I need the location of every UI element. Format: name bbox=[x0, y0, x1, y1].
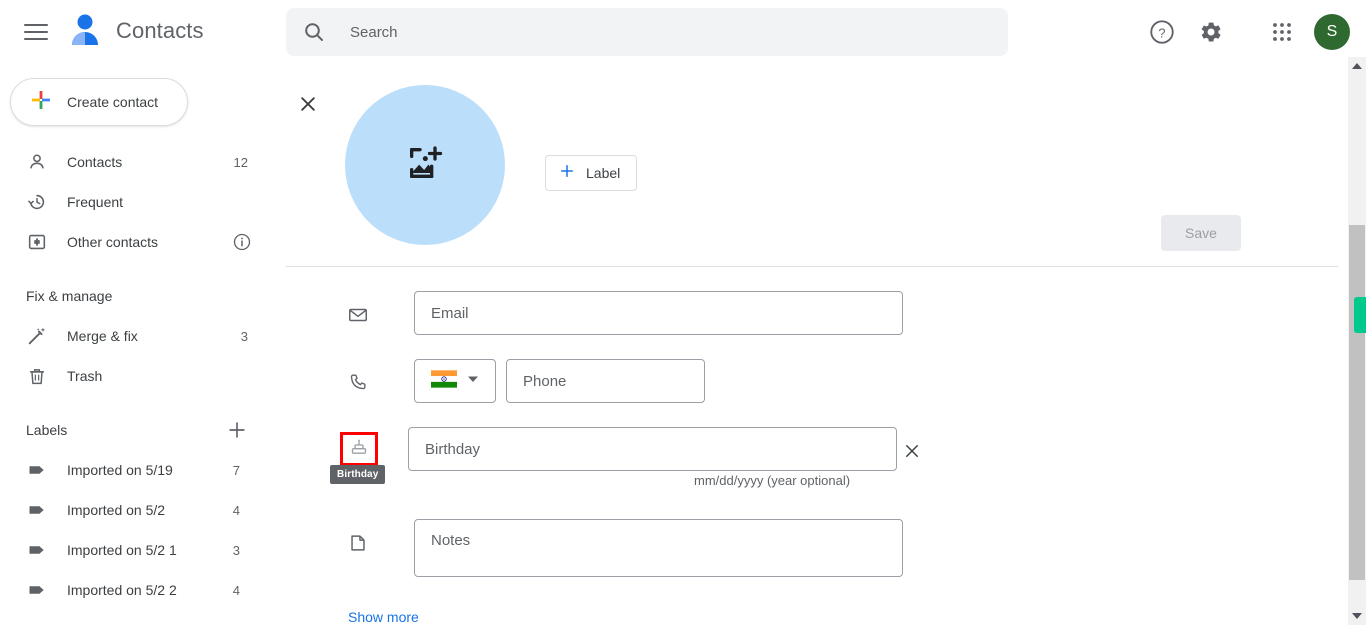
sidebar-label-item[interactable]: Imported on 5/19 7 bbox=[0, 450, 264, 490]
birthday-cake-icon-highlight bbox=[340, 432, 378, 466]
avatar[interactable]: S bbox=[1314, 14, 1350, 50]
svg-text:?: ? bbox=[1158, 25, 1165, 40]
birthday-cake-icon[interactable] bbox=[349, 437, 369, 462]
sidebar-item-frequent[interactable]: Frequent bbox=[0, 182, 264, 222]
birthday-clear-icon[interactable] bbox=[900, 439, 924, 463]
person-outline-icon bbox=[26, 151, 48, 173]
section-heading-labels: Labels bbox=[0, 418, 280, 442]
search-icon bbox=[302, 20, 326, 44]
birthday-tooltip: Birthday bbox=[330, 465, 386, 484]
page-title: Contacts bbox=[116, 18, 204, 43]
hamburger-menu-icon[interactable] bbox=[20, 16, 52, 48]
sidebar-label-name: Imported on 5/2 2 bbox=[67, 582, 177, 598]
sidebar-label-name: Imported on 5/2 1 bbox=[67, 542, 177, 558]
india-flag-icon bbox=[431, 369, 457, 393]
sidebar-item-trash[interactable]: Trash bbox=[0, 356, 264, 396]
sidebar-label-count: 7 bbox=[232, 462, 240, 478]
save-button[interactable]: Save bbox=[1161, 215, 1241, 251]
sidebar-item-label: Other contacts bbox=[67, 234, 159, 250]
top-app-bar: Contacts ? S bbox=[0, 0, 1366, 64]
trash-icon bbox=[26, 365, 48, 387]
sidebar: Create contact Contacts 12 Frequent Othe… bbox=[0, 64, 280, 625]
sidebar-item-count: 3 bbox=[240, 328, 248, 344]
gear-icon[interactable] bbox=[1196, 18, 1224, 46]
birthday-format-hint: mm/dd/yyyy (year optional) bbox=[694, 473, 851, 488]
labels-label: Labels bbox=[26, 422, 68, 438]
add-label-plus-icon[interactable] bbox=[226, 419, 248, 441]
label-tag-icon bbox=[26, 579, 48, 601]
sidebar-item-label: Frequent bbox=[67, 194, 124, 210]
sidebar-label-item[interactable]: Imported on 5/2 2 4 bbox=[0, 570, 264, 610]
sidebar-item-count: 12 bbox=[233, 154, 248, 170]
close-icon[interactable] bbox=[292, 88, 324, 120]
create-contact-label: Create contact bbox=[67, 94, 159, 110]
sidebar-label-name: Imported on 5/2 bbox=[67, 502, 166, 518]
scrollbar-position-marker bbox=[1354, 297, 1366, 333]
country-code-select[interactable] bbox=[414, 359, 496, 403]
plus-multicolor-icon bbox=[29, 88, 53, 117]
google-apps-icon[interactable] bbox=[1270, 20, 1294, 44]
scrollbar-thumb[interactable] bbox=[1349, 225, 1365, 580]
help-icon[interactable]: ? bbox=[1148, 18, 1176, 46]
add-label-button[interactable]: Label bbox=[545, 155, 638, 191]
envelope-icon bbox=[346, 303, 370, 327]
app-brand: Contacts bbox=[68, 12, 204, 50]
sidebar-label-item[interactable]: Imported on 5/2 4 bbox=[0, 490, 264, 530]
email-field[interactable] bbox=[414, 291, 903, 335]
page-scrollbar[interactable] bbox=[1348, 57, 1366, 625]
search-input[interactable] bbox=[348, 22, 992, 42]
scroll-up-arrow-icon[interactable] bbox=[1348, 57, 1366, 75]
search-bar[interactable] bbox=[286, 8, 1008, 56]
magic-wand-icon bbox=[26, 325, 48, 347]
phone-field[interactable] bbox=[506, 359, 705, 403]
section-divider bbox=[286, 266, 1338, 267]
sidebar-label-name: Imported on 5/19 bbox=[67, 462, 173, 478]
sidebar-label-count: 3 bbox=[232, 542, 240, 558]
phone-field-row bbox=[280, 359, 705, 403]
sidebar-item-label: Trash bbox=[67, 368, 103, 384]
chevron-down-icon bbox=[467, 372, 479, 390]
notes-field-row bbox=[280, 519, 903, 577]
sidebar-item-label: Merge & fix bbox=[67, 328, 138, 344]
contact-editor-panel: Label Save Email Phone Birthday Birthday… bbox=[280, 64, 1338, 625]
sidebar-item-other-contacts[interactable]: Other contacts bbox=[0, 222, 264, 262]
add-photo-icon bbox=[405, 143, 445, 188]
label-tag-icon bbox=[26, 499, 48, 521]
sidebar-label-item[interactable]: Imported on 5/2 1 3 bbox=[0, 530, 264, 570]
contacts-person-icon bbox=[68, 12, 102, 50]
person-add-box-icon bbox=[26, 231, 48, 253]
info-icon[interactable] bbox=[232, 232, 252, 252]
sidebar-item-contacts[interactable]: Contacts 12 bbox=[0, 142, 264, 182]
create-contact-button[interactable]: Create contact bbox=[10, 78, 188, 126]
sidebar-item-label: Contacts bbox=[67, 154, 123, 170]
notes-field[interactable] bbox=[414, 519, 903, 577]
scroll-down-arrow-icon[interactable] bbox=[1348, 607, 1366, 625]
sidebar-label-count: 4 bbox=[232, 582, 240, 598]
section-heading-fix-manage: Fix & manage bbox=[0, 284, 280, 308]
sidebar-label-count: 4 bbox=[232, 502, 240, 518]
contact-photo-placeholder[interactable] bbox=[345, 85, 505, 245]
fix-manage-label: Fix & manage bbox=[26, 288, 113, 304]
label-tag-icon bbox=[26, 459, 48, 481]
show-more-link[interactable]: Show more bbox=[348, 609, 419, 625]
birthday-field[interactable] bbox=[408, 427, 897, 471]
phone-icon bbox=[346, 371, 370, 395]
sidebar-item-merge-fix[interactable]: Merge & fix 3 bbox=[0, 316, 264, 356]
add-label-button-text: Label bbox=[586, 165, 621, 181]
label-tag-icon bbox=[26, 539, 48, 561]
history-clock-icon bbox=[26, 191, 48, 213]
email-field-row bbox=[280, 291, 903, 335]
note-page-icon bbox=[346, 531, 370, 555]
plus-icon bbox=[558, 162, 576, 185]
